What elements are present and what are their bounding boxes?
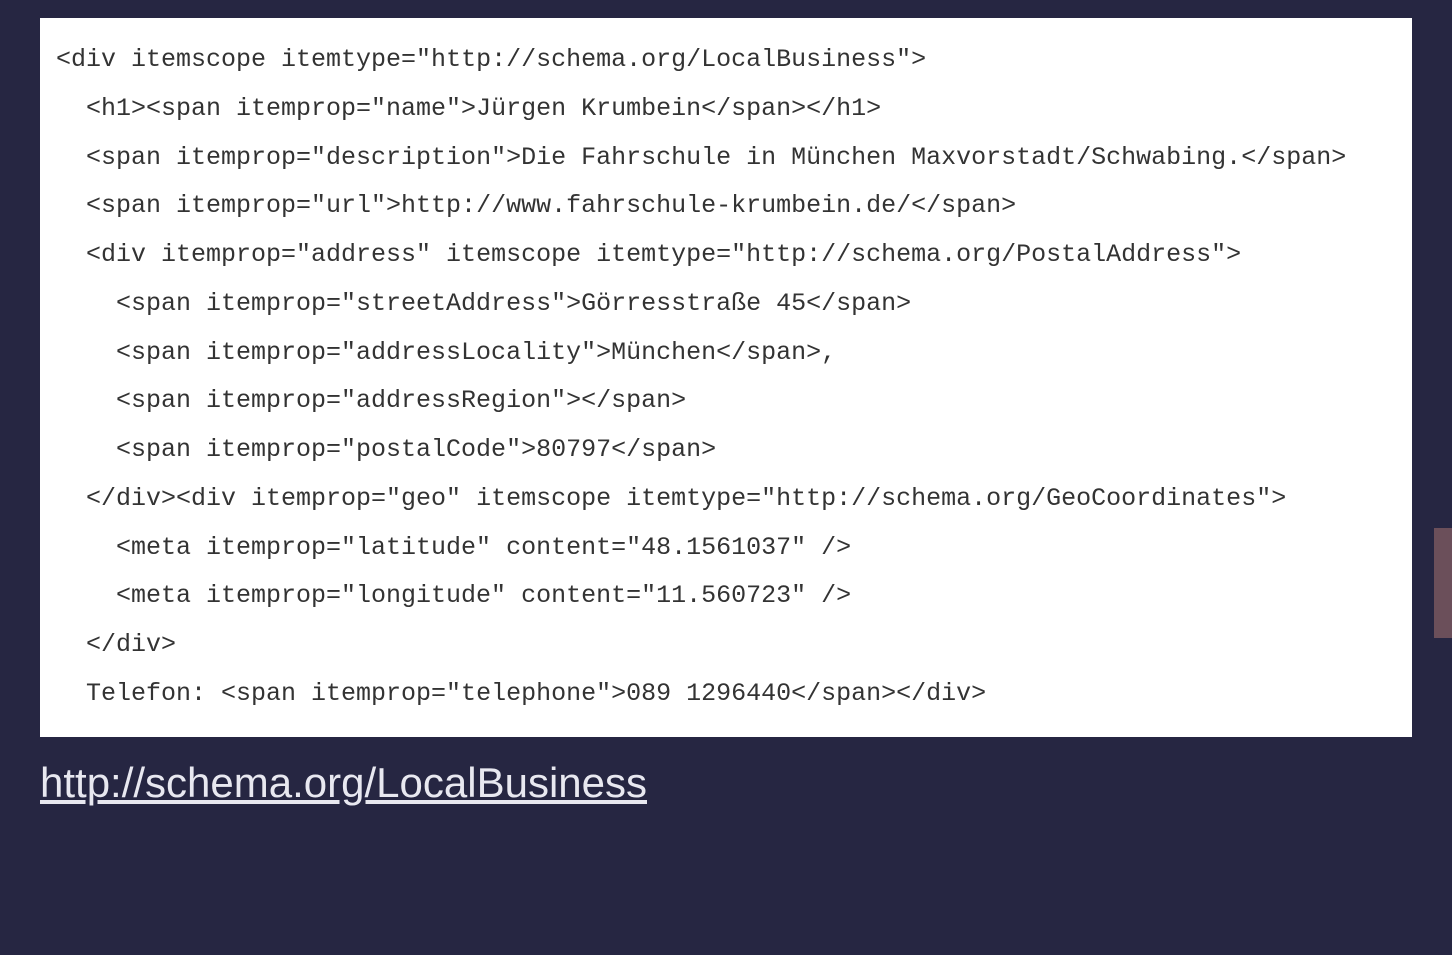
code-line-12: <meta itemprop="longitude" content="11.5…	[56, 572, 1396, 621]
code-line-5: <div itemprop="address" itemscope itemty…	[56, 231, 1396, 280]
code-line-13: </div>	[56, 621, 1396, 670]
code-line-4: <span itemprop="url">http://www.fahrschu…	[56, 182, 1396, 231]
code-line-11: <meta itemprop="latitude" content="48.15…	[56, 524, 1396, 573]
code-line-6: <span itemprop="streetAddress">Görresstr…	[56, 280, 1396, 329]
schema-org-link[interactable]: http://schema.org/LocalBusiness	[40, 759, 647, 807]
code-block: <div itemscope itemtype="http://schema.o…	[40, 18, 1412, 737]
code-line-8: <span itemprop="addressRegion"></span>	[56, 377, 1396, 426]
code-line-10: </div><div itemprop="geo" itemscope item…	[56, 475, 1396, 524]
code-line-1: <div itemscope itemtype="http://schema.o…	[56, 36, 1396, 85]
code-line-9: <span itemprop="postalCode">80797</span>	[56, 426, 1396, 475]
code-line-14: Telefon: <span itemprop="telephone">089 …	[56, 670, 1396, 719]
code-line-3: <span itemprop="description">Die Fahrsch…	[56, 134, 1396, 183]
code-line-2: <h1><span itemprop="name">Jürgen Krumbei…	[56, 85, 1396, 134]
code-line-7: <span itemprop="addressLocality">München…	[56, 329, 1396, 378]
accent-bar	[1434, 528, 1452, 638]
